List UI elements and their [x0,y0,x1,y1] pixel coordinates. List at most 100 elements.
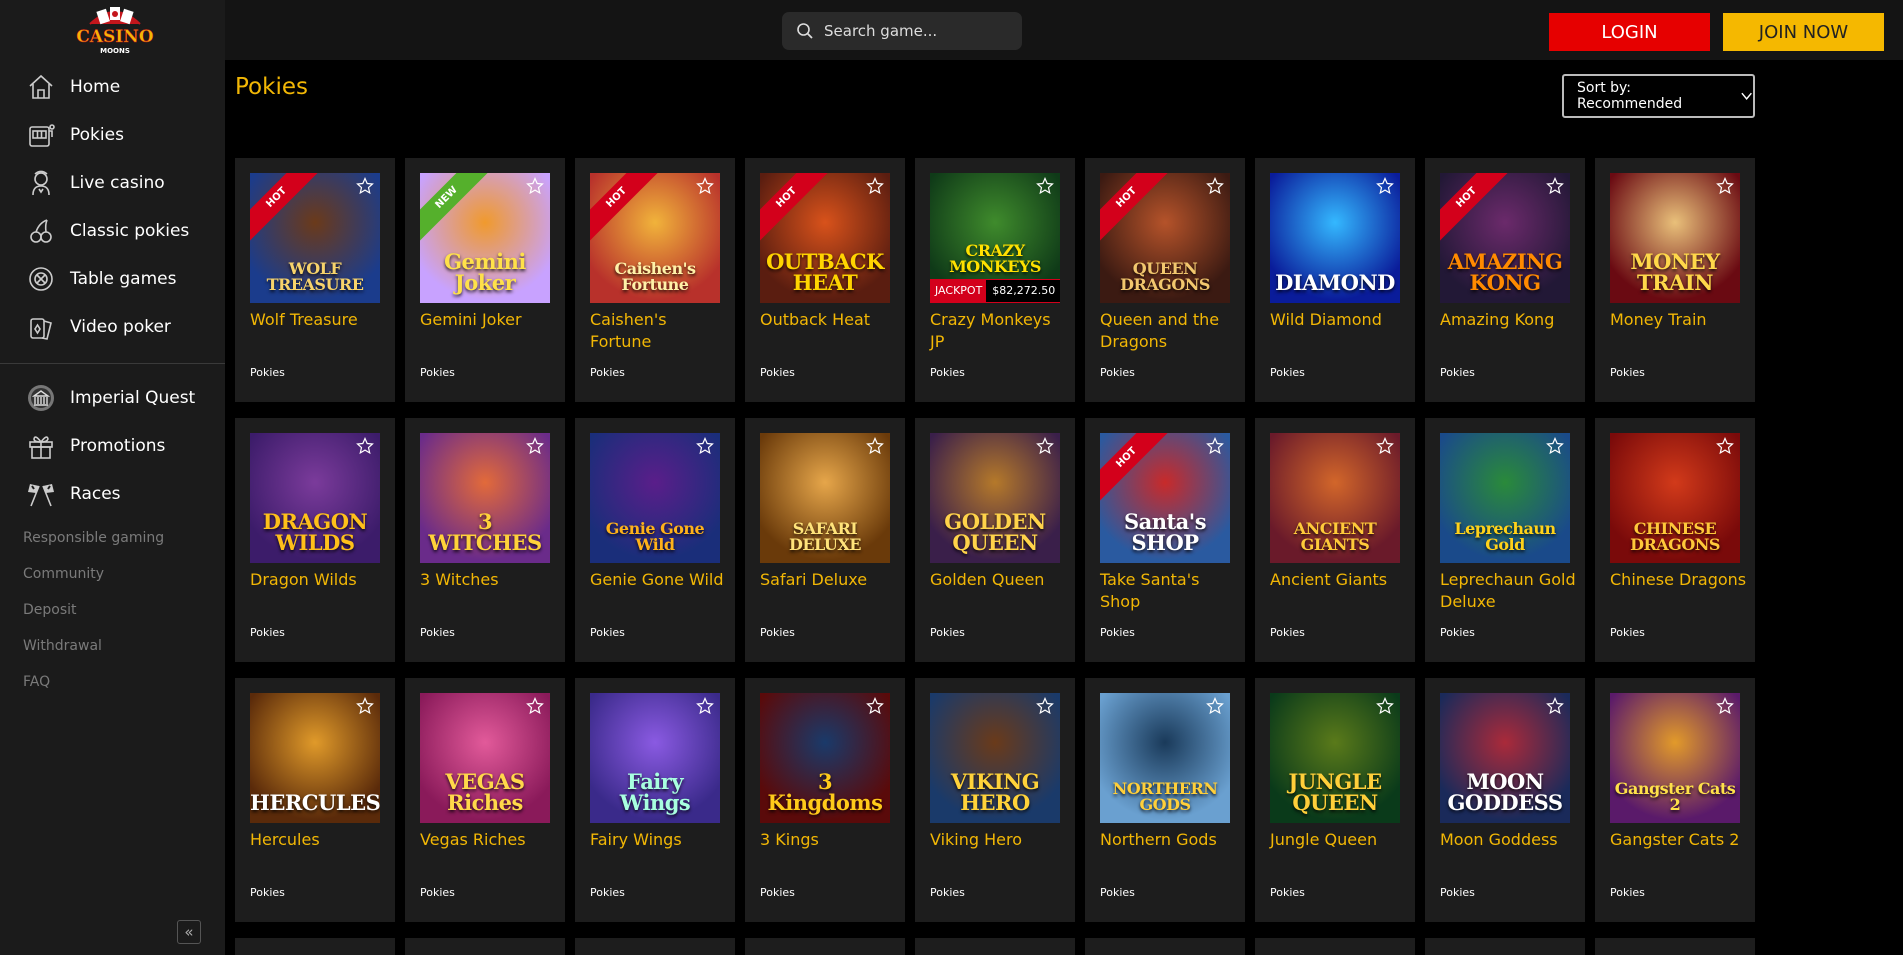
game-title[interactable]: Wild Diamond [1270,309,1410,331]
favorite-star-icon[interactable] [1546,697,1564,715]
game-title[interactable]: Queen and the Dragons [1100,309,1240,353]
game-thumbnail[interactable]: DIAMOND [1270,173,1400,303]
game-card-partial[interactable] [1255,938,1415,955]
game-card[interactable]: Gangster Cats 2 Gangster Cats 2 Pokies [1595,678,1755,922]
game-thumbnail[interactable]: NORTHERN GODS [1100,693,1230,823]
game-thumbnail[interactable]: DRAGON WILDS [250,433,380,563]
favorite-star-icon[interactable] [1206,177,1224,195]
favorite-star-icon[interactable] [356,177,374,195]
nav-item-imperial-quest[interactable]: Imperial Quest [0,374,225,422]
game-thumbnail[interactable]: 3 Kingdoms [760,693,890,823]
game-thumbnail[interactable]: MOON GODDESS [1440,693,1570,823]
game-thumbnail[interactable]: CHINESE DRAGONS [1610,433,1740,563]
game-card[interactable]: QUEEN DRAGONS HOT Queen and the Dragons Pok… [1085,158,1245,402]
favorite-star-icon[interactable] [866,697,884,715]
search-box[interactable] [782,12,1022,50]
game-title[interactable]: Moon Goddess [1440,829,1580,851]
game-card-partial[interactable] [1595,938,1755,955]
link-faq[interactable]: FAQ [23,672,164,708]
favorite-star-icon[interactable] [866,437,884,455]
favorite-star-icon[interactable] [696,697,714,715]
game-thumbnail[interactable]: QUEEN DRAGONS HOT [1100,173,1230,303]
game-title[interactable]: 3 Kings [760,829,900,851]
nav-item-promotions[interactable]: Promotions [0,422,225,470]
game-title[interactable]: Outback Heat [760,309,900,331]
game-title[interactable]: Amazing Kong [1440,309,1580,331]
game-card[interactable]: MONEY TRAIN Money Train Pokies [1595,158,1755,402]
favorite-star-icon[interactable] [1376,437,1394,455]
game-thumbnail[interactable]: JUNGLE QUEEN [1270,693,1400,823]
game-card[interactable]: GOLDEN QUEEN Golden Queen Pokies [915,418,1075,662]
game-card[interactable]: Leprechaun Gold Leprechaun Gold Deluxe Pok… [1425,418,1585,662]
game-thumbnail[interactable]: Fairy Wings [590,693,720,823]
game-card[interactable]: ANCIENT GIANTS Ancient Giants Pokies [1255,418,1415,662]
game-card[interactable]: MOON GODDESS Moon Goddess Pokies [1425,678,1585,922]
game-title[interactable]: Hercules [250,829,390,851]
game-title[interactable]: Wolf Treasure [250,309,390,331]
game-card-partial[interactable] [405,938,565,955]
nav-item-classic-pokies[interactable]: Classic pokies [0,207,225,255]
game-title[interactable]: Gemini Joker [420,309,560,331]
game-title[interactable]: Dragon Wilds [250,569,390,591]
game-card[interactable]: 3 Kingdoms 3 Kings Pokies [745,678,905,922]
favorite-star-icon[interactable] [1036,437,1054,455]
search-input[interactable] [824,22,1014,40]
favorite-star-icon[interactable] [356,437,374,455]
game-card[interactable]: JUNGLE QUEEN Jungle Queen Pokies [1255,678,1415,922]
game-thumbnail[interactable]: HERCULES [250,693,380,823]
game-title[interactable]: Safari Deluxe [760,569,900,591]
game-thumbnail[interactable]: Caishen's Fortune HOT [590,173,720,303]
favorite-star-icon[interactable] [1546,437,1564,455]
game-title[interactable]: Ancient Giants [1270,569,1410,591]
link-deposit[interactable]: Deposit [23,600,164,636]
game-thumbnail[interactable]: Genie Gone Wild [590,433,720,563]
favorite-star-icon[interactable] [1036,697,1054,715]
game-title[interactable]: Jungle Queen [1270,829,1410,851]
game-thumbnail[interactable]: Gemini Joker NEW [420,173,550,303]
game-card[interactable]: Genie Gone Wild Genie Gone Wild Pokies [575,418,735,662]
link-withdrawal[interactable]: Withdrawal [23,636,164,672]
favorite-star-icon[interactable] [866,177,884,195]
favorite-star-icon[interactable] [1036,177,1054,195]
favorite-star-icon[interactable] [696,177,714,195]
game-title[interactable]: Northern Gods [1100,829,1240,851]
game-title[interactable]: Crazy Monkeys JP [930,309,1070,353]
collapse-sidebar-button[interactable]: « [177,920,201,944]
favorite-star-icon[interactable] [526,177,544,195]
nav-item-table-games[interactable]: Table games [0,255,225,303]
game-card-partial[interactable] [1425,938,1585,955]
favorite-star-icon[interactable] [356,697,374,715]
game-title[interactable]: Money Train [1610,309,1750,331]
sort-dropdown[interactable]: Sort by: Recommended [1562,74,1755,118]
game-card[interactable]: DIAMOND Wild Diamond Pokies [1255,158,1415,402]
link-community[interactable]: Community [23,564,164,600]
game-thumbnail[interactable]: CRAZY MONKEYS JACKPOT $82,272.50 [930,173,1060,303]
favorite-star-icon[interactable] [1716,177,1734,195]
nav-item-home[interactable]: Home [0,63,225,111]
casino-moons-logo[interactable]: CASINO MOONS [70,2,160,56]
game-card-partial[interactable] [575,938,735,955]
game-card[interactable]: Santa's SHOP HOT Take Santa's Shop Pokies [1085,418,1245,662]
game-card[interactable]: CHINESE DRAGONS Chinese Dragons Pokies [1595,418,1755,662]
game-title[interactable]: Leprechaun Gold Deluxe [1440,569,1580,613]
game-card[interactable]: 3 WITCHES 3 Witches Pokies [405,418,565,662]
game-card[interactable]: Caishen's Fortune HOT Caishen's Fortune Pok… [575,158,735,402]
game-thumbnail[interactable]: GOLDEN QUEEN [930,433,1060,563]
game-title[interactable]: Take Santa's Shop [1100,569,1240,613]
game-card[interactable]: OUTBACK HEAT HOT Outback Heat Pokies [745,158,905,402]
game-card[interactable]: VIKING HERO Viking Hero Pokies [915,678,1075,922]
game-card-partial[interactable] [1085,938,1245,955]
game-thumbnail[interactable]: WOLF TREASURE HOT [250,173,380,303]
game-thumbnail[interactable]: ANCIENT GIANTS [1270,433,1400,563]
game-title[interactable]: Vegas Riches [420,829,560,851]
favorite-star-icon[interactable] [696,437,714,455]
game-thumbnail[interactable]: Gangster Cats 2 [1610,693,1740,823]
game-card[interactable]: Fairy Wings Fairy Wings Pokies [575,678,735,922]
favorite-star-icon[interactable] [526,437,544,455]
game-thumbnail[interactable]: SAFARI DELUXE [760,433,890,563]
favorite-star-icon[interactable] [1376,697,1394,715]
game-title[interactable]: Genie Gone Wild [590,569,730,591]
game-card[interactable]: DRAGON WILDS Dragon Wilds Pokies [235,418,395,662]
game-title[interactable]: Gangster Cats 2 [1610,829,1750,851]
game-thumbnail[interactable]: MONEY TRAIN [1610,173,1740,303]
